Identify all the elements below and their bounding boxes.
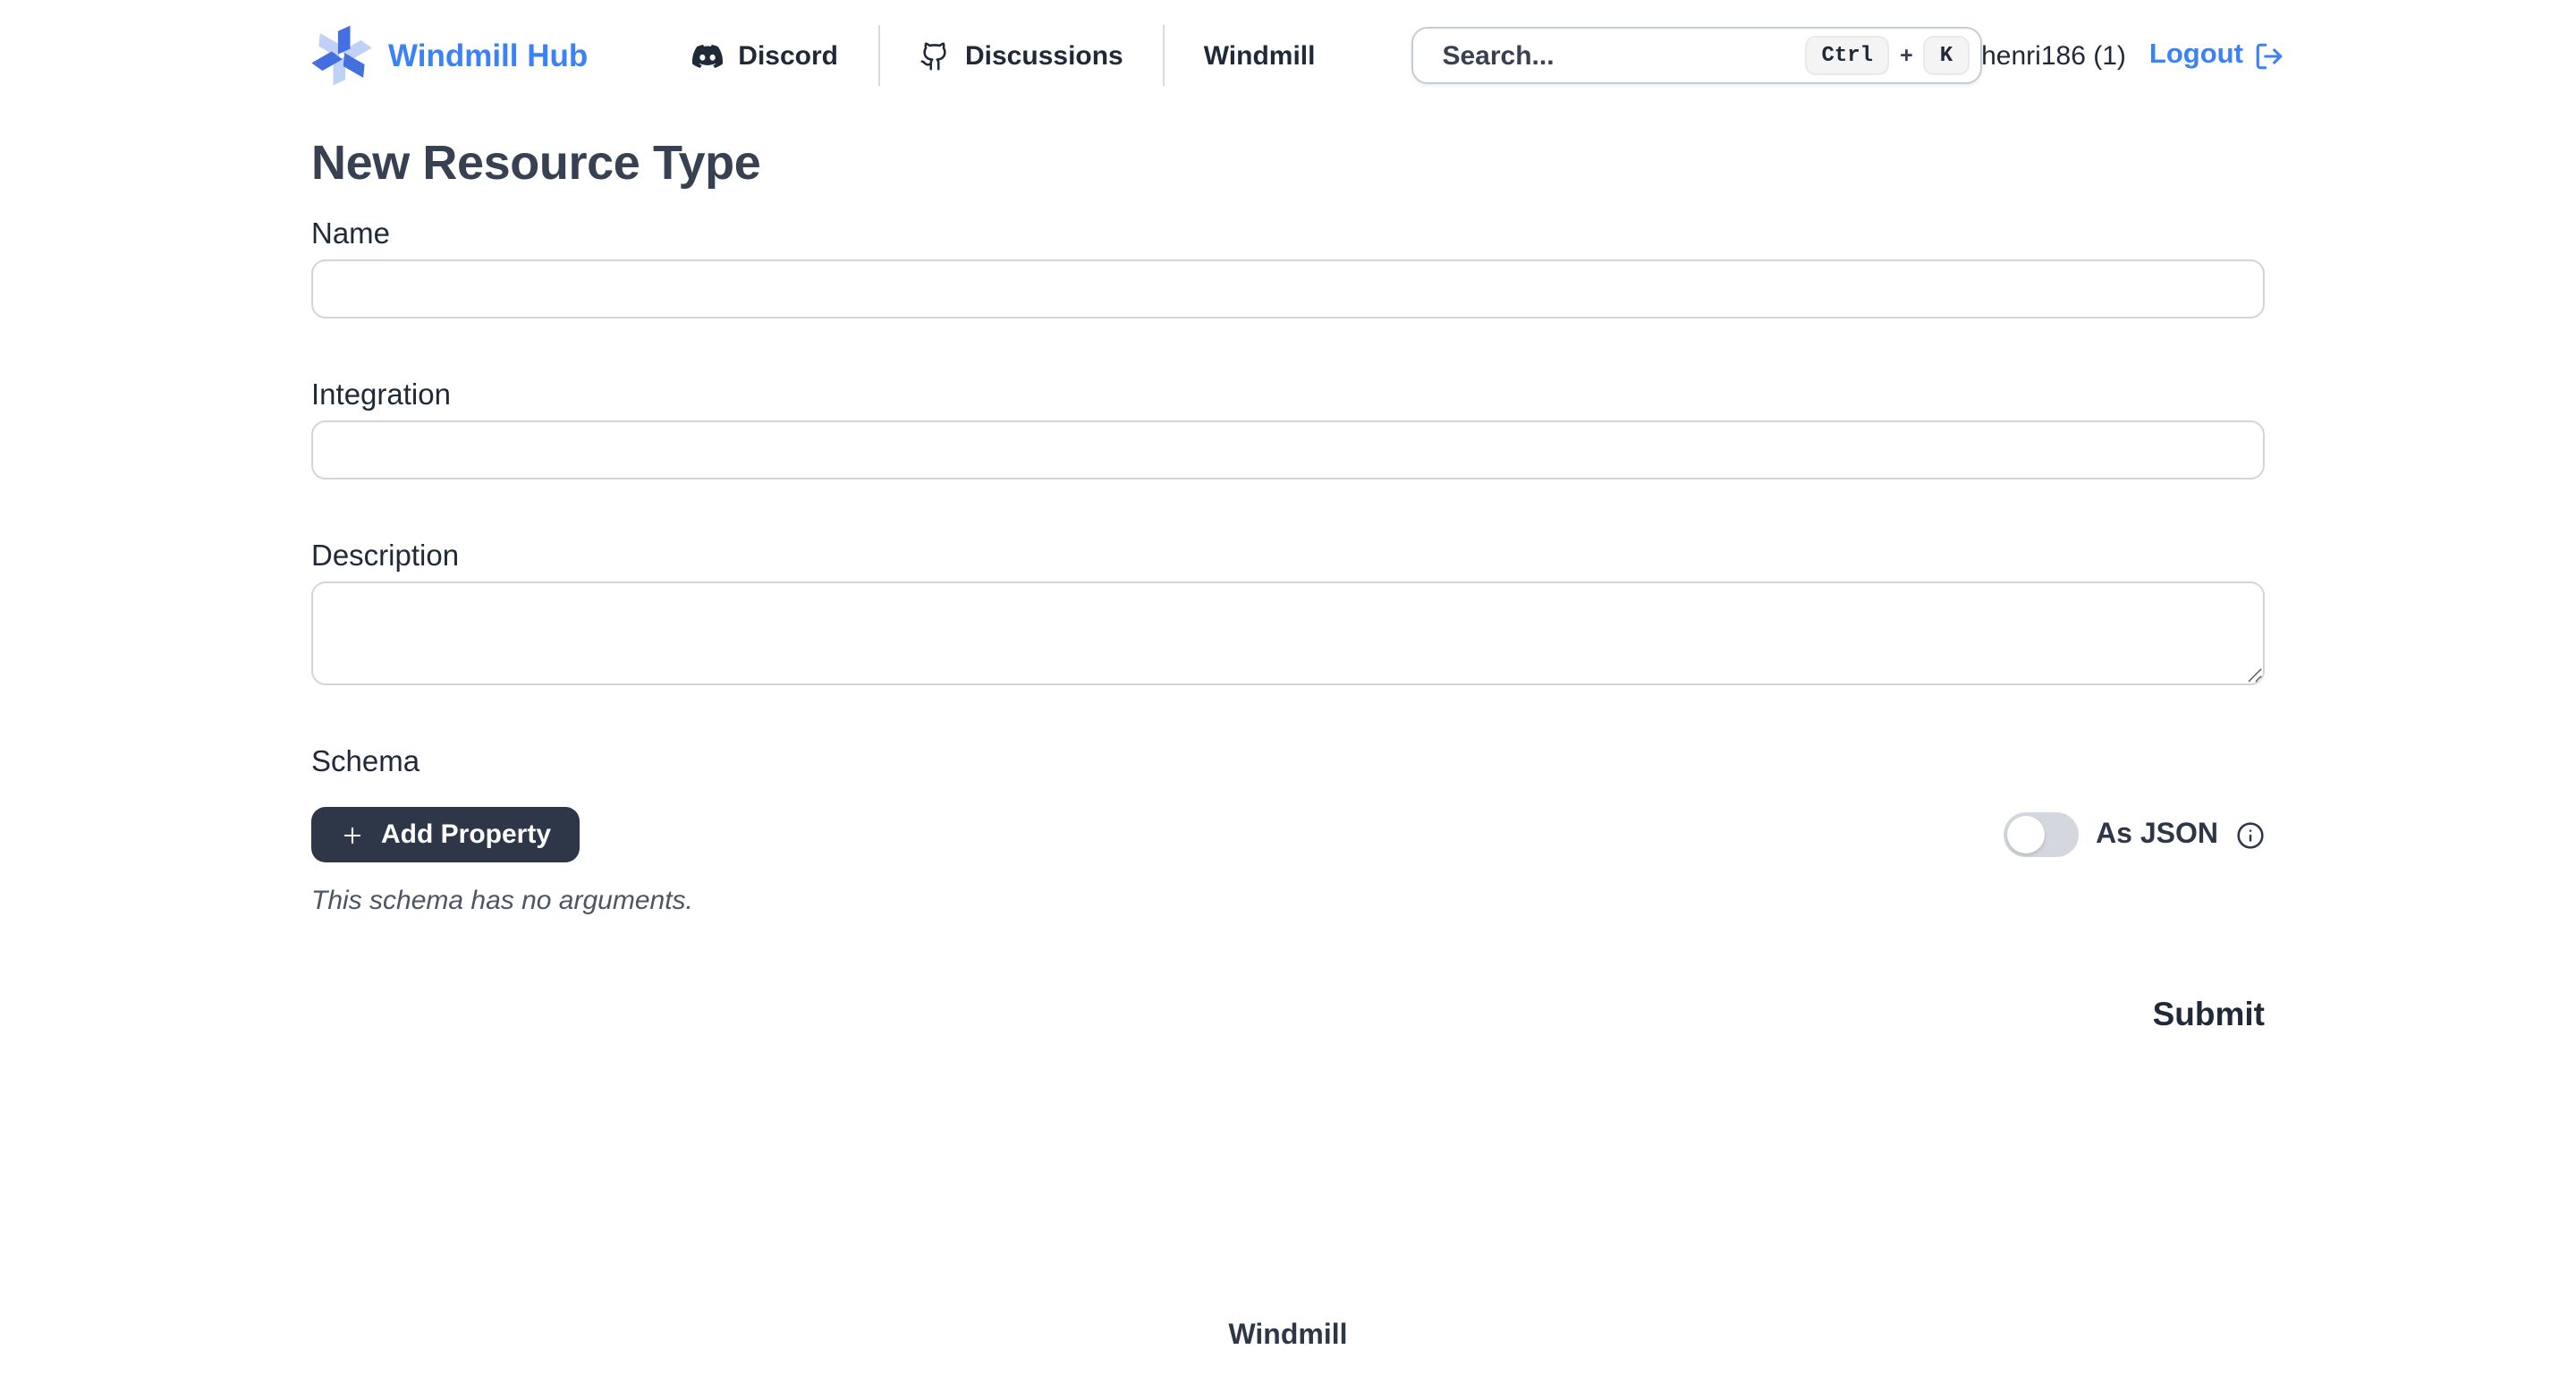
footer-windmill-link[interactable]: Windmill: [1228, 1320, 1347, 1351]
page-title: New Resource Type: [311, 132, 2265, 193]
nav-divider: [1163, 25, 1165, 86]
logout-icon: [2254, 40, 2284, 71]
logout-label: Logout: [2149, 39, 2243, 72]
nav-divider: [877, 25, 879, 86]
search-box: Ctrl + K: [1411, 27, 1981, 84]
kbd-k: K: [1924, 36, 1969, 75]
name-field-group: Name: [311, 215, 2265, 318]
toggle-knob: [2006, 816, 2044, 853]
page-footer: Windmill: [0, 1320, 2576, 1353]
as-json-toggle[interactable]: [2003, 812, 2078, 857]
brand-name: Windmill Hub: [388, 37, 588, 74]
schema-label: Schema: [311, 743, 2265, 782]
schema-toolbar: Add Property As JSON: [311, 807, 2265, 862]
top-navbar: Windmill Hub Discord Discussions Windmil…: [311, 0, 2265, 111]
username: henri186 (1): [1981, 40, 2126, 71]
integration-input[interactable]: [311, 420, 2265, 480]
submit-row: Submit: [311, 995, 2265, 1034]
windmill-logo-icon: [311, 21, 372, 89]
integration-label: Integration: [311, 376, 2265, 415]
kbd-separator: +: [1900, 43, 1913, 68]
search-input[interactable]: [1438, 38, 1805, 72]
description-field-group: Description: [311, 537, 2265, 685]
description-label: Description: [311, 537, 2265, 576]
schema-section: Schema Add Property As JSON: [311, 743, 2265, 916]
nav-links: Discord Discussions Windmill: [691, 25, 1315, 86]
kbd-ctrl: Ctrl: [1805, 36, 1889, 75]
as-json-group: As JSON: [2003, 812, 2265, 857]
description-textarea[interactable]: [311, 581, 2265, 685]
add-property-button[interactable]: Add Property: [311, 807, 580, 862]
submit-button[interactable]: Submit: [2153, 995, 2265, 1034]
info-icon[interactable]: [2236, 820, 2265, 849]
main-content: New Resource Type Name Integration Descr…: [311, 132, 2265, 1034]
logout-link[interactable]: Logout: [2149, 39, 2284, 72]
integration-field-group: Integration: [311, 376, 2265, 480]
name-label: Name: [311, 215, 2265, 254]
user-area: henri186 (1) Logout: [1981, 39, 2284, 72]
nav-link-windmill[interactable]: Windmill: [1204, 40, 1316, 71]
nav-link-label: Windmill: [1204, 40, 1316, 71]
add-property-label: Add Property: [381, 819, 551, 850]
brand-logo-link[interactable]: Windmill Hub: [311, 21, 588, 89]
as-json-label: As JSON: [2096, 819, 2218, 851]
name-input[interactable]: [311, 259, 2265, 318]
nav-link-label: Discussions: [965, 40, 1123, 71]
github-icon: [919, 40, 949, 71]
plus-icon: [340, 822, 365, 847]
nav-link-discord[interactable]: Discord: [691, 40, 838, 71]
schema-empty-note: This schema has no arguments.: [311, 886, 2265, 916]
discord-icon: [691, 40, 722, 71]
page: Windmill Hub Discord Discussions Windmil…: [0, 0, 2576, 1392]
nav-link-discussions[interactable]: Discussions: [919, 40, 1123, 71]
nav-link-label: Discord: [738, 40, 838, 71]
